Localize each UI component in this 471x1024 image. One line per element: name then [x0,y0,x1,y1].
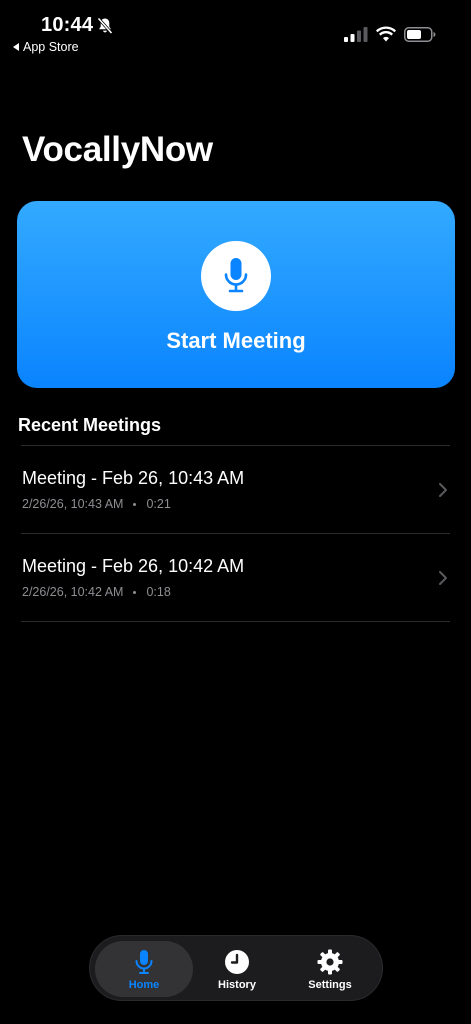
divider [21,621,450,622]
tab-label: History [218,979,256,991]
status-time: 10:44 [41,14,94,36]
cellular-signal-icon [344,27,368,42]
meeting-meta: 2/26/26, 10:42 AM 0:18 [22,585,171,599]
status-bar: 10:44 App Store [0,0,471,60]
recent-meetings-list: Meeting - Feb 26, 10:43 AM 2/26/26, 10:4… [21,445,450,622]
start-meeting-label: Start Meeting [166,328,306,353]
meeting-duration: 0:18 [146,585,171,599]
tab-history[interactable]: History [188,941,286,997]
back-arrow-icon [13,43,19,51]
meeting-date: 2/26/26, 10:42 AM [22,585,124,599]
chevron-right-icon [439,483,447,497]
back-to-app-store[interactable]: App Store [13,40,79,54]
separator-dot [133,590,137,594]
microphone-icon [224,258,248,293]
tab-label: Settings [308,979,352,991]
page-title: VocallyNow [22,130,213,169]
recent-meetings-heading: Recent Meetings [18,415,162,435]
meeting-date: 2/26/26, 10:43 AM [22,497,124,511]
meeting-row[interactable]: Meeting - Feb 26, 10:42 AM 2/26/26, 10:4… [21,534,450,621]
meeting-title: Meeting - Feb 26, 10:42 AM [22,556,245,576]
microphone-icon [135,950,153,974]
tab-bar: Home History Settings [89,935,383,1001]
battery-icon [404,27,436,42]
meeting-duration: 0:21 [146,497,171,511]
wifi-icon [376,26,396,42]
tab-settings[interactable]: Settings [281,941,379,997]
chevron-right-icon [439,571,447,585]
tab-label: Home [128,979,160,991]
meeting-title: Meeting - Feb 26, 10:43 AM [22,468,245,488]
bell-off-icon [97,17,113,35]
gear-icon [317,949,343,975]
clock-icon [225,950,249,974]
back-app-label: App Store [23,40,79,54]
meeting-meta: 2/26/26, 10:43 AM 0:21 [22,497,171,511]
meeting-row[interactable]: Meeting - Feb 26, 10:43 AM 2/26/26, 10:4… [21,446,450,533]
start-meeting-button[interactable]: Start Meeting [17,201,455,388]
separator-dot [133,502,137,506]
mic-circle [201,241,271,311]
tab-home[interactable]: Home [95,941,193,997]
